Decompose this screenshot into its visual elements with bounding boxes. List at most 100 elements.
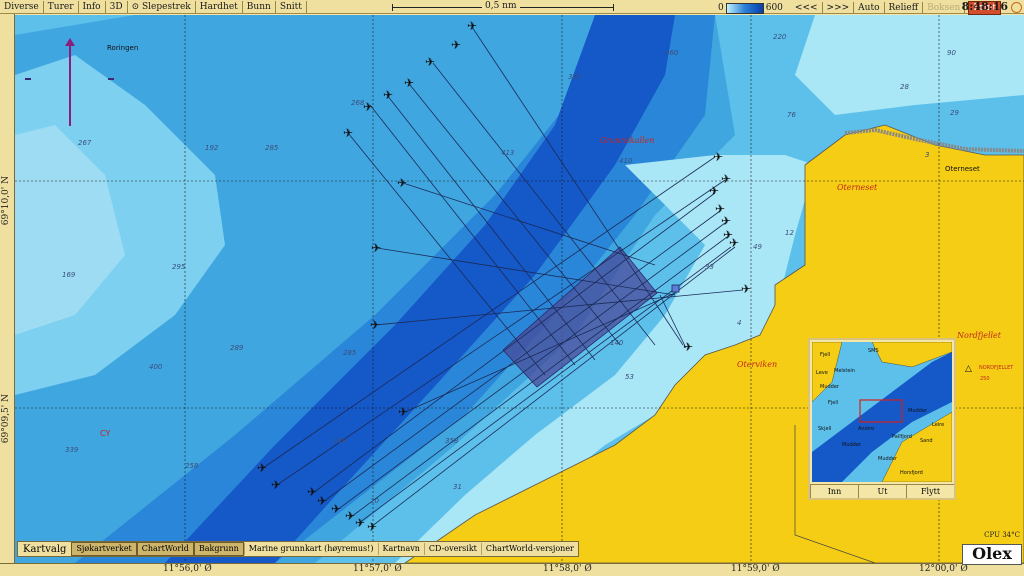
menu-diverse[interactable]: Diverse — [0, 0, 44, 13]
sun-icon[interactable] — [1011, 2, 1022, 13]
latitude-label: 69°10,0' N — [1, 176, 11, 226]
vessel-icon[interactable]: ✈ — [713, 150, 723, 164]
menu-info[interactable]: Info — [79, 0, 106, 13]
overview-map-view[interactable]: SMS Fjell Leve Melstein Mudder Mudder Sk… — [812, 342, 952, 482]
option-bakgrunn[interactable]: Bakgrunn — [193, 542, 244, 556]
depth-label: 267 — [78, 139, 92, 147]
vessel-icon[interactable]: ✈ — [367, 520, 377, 534]
overview-label: Anstro — [858, 426, 874, 432]
depth-label: 388 — [333, 437, 347, 445]
vessel-icon[interactable]: ✈ — [721, 172, 731, 186]
zoom-out-button[interactable]: Ut — [858, 484, 906, 498]
vessel-icon[interactable]: ✈ — [271, 478, 281, 492]
scale-tick-left — [392, 4, 393, 11]
vessel-icon[interactable]: ✈ — [398, 405, 408, 419]
place-oterviken: Oterviken — [737, 360, 777, 369]
depth-max: 600 — [765, 3, 783, 13]
north-arrow — [65, 38, 75, 126]
vessel-icon[interactable]: ✈ — [355, 516, 365, 530]
vessel-icon[interactable]: ✈ — [370, 318, 380, 332]
scale-tick-right — [613, 4, 614, 11]
vessel-icon[interactable]: ✈ — [397, 176, 407, 190]
vessel-icon[interactable]: ✈ — [467, 19, 477, 33]
option-sjokartverket[interactable]: Sjøkartverket — [71, 542, 137, 556]
cpu-temperature: CPU 34°C — [984, 531, 1020, 539]
depth-label: 358 — [445, 437, 459, 445]
menu-hardhet[interactable]: Hardhet — [196, 0, 243, 13]
vessel-icon[interactable]: ✈ — [404, 76, 414, 90]
depth-label: 33 — [705, 263, 714, 271]
clock: 8:48:16 — [961, 0, 1008, 13]
depth-label: 28 — [900, 83, 909, 91]
overview-buttons: Inn Ut Flytt — [810, 484, 954, 498]
vessel-icon[interactable]: ✈ — [729, 236, 739, 250]
overview-label: Fjell — [820, 352, 830, 358]
place-cy: CY — [100, 429, 110, 438]
slepestrek-button[interactable]: ⊙ Slepestrek — [128, 0, 196, 13]
depth-label: 410 — [619, 157, 633, 165]
depth-label: 220 — [773, 33, 787, 41]
nordfjellet-depth: 250 — [980, 376, 990, 382]
zoom-in-button[interactable]: Inn — [810, 484, 858, 498]
vessel-icon[interactable]: ✈ — [741, 282, 751, 296]
depth-label: 289 — [230, 344, 244, 352]
vessel-icon[interactable]: ✈ — [709, 184, 719, 198]
depth-label: 20 — [370, 497, 379, 505]
option-chartworld-versjoner[interactable]: ChartWorld-versjoner — [480, 543, 578, 555]
depth-label: 12 — [785, 229, 794, 237]
vessel-icon[interactable]: ✈ — [383, 88, 393, 102]
depth-label: 76 — [787, 111, 796, 119]
vessel-icon[interactable]: ✈ — [451, 38, 461, 52]
menu-3d[interactable]: 3D — [106, 0, 128, 13]
overview-label: SMS — [868, 348, 879, 354]
overview-label: Mudder — [908, 408, 928, 414]
longitude-frame: 11°56,0' Ø 11°57,0' Ø 11°58,0' Ø 11°59,0… — [0, 563, 1024, 576]
depth-legend[interactable]: 0 600 <<< >>> Auto Relieff Boksen Print — [718, 1, 1001, 15]
depth-label: 285 — [265, 144, 279, 152]
menu-bunn[interactable]: Bunn — [243, 0, 276, 13]
vessel-icon[interactable]: ✈ — [345, 509, 355, 523]
option-kartnavn[interactable]: Kartnavn — [377, 543, 424, 555]
overview-label: Horsfjord — [900, 470, 923, 476]
depth-label: 460 — [665, 49, 679, 57]
vessel-icon[interactable]: ✈ — [331, 502, 341, 516]
vessel-icon[interactable]: ✈ — [307, 485, 317, 499]
vessel-icon[interactable]: ✈ — [363, 100, 373, 114]
overview-label: Fjell — [828, 400, 838, 406]
overview-label: Mudder — [878, 456, 898, 462]
vessel-icon[interactable]: ✈ — [257, 461, 267, 475]
next-button[interactable]: >>> — [823, 2, 855, 14]
vessel-icon[interactable]: ✈ — [317, 494, 327, 508]
menu-turer[interactable]: Turer — [44, 0, 79, 13]
vessel-icon[interactable]: ✈ — [343, 126, 353, 140]
depth-label: 268 — [351, 99, 365, 107]
boksen-button[interactable]: Boksen — [923, 2, 966, 14]
depth-label: 285 — [343, 349, 357, 357]
relieff-button[interactable]: Relieff — [885, 2, 924, 14]
overview-map[interactable]: SMS Fjell Leve Melstein Mudder Mudder Sk… — [808, 338, 956, 500]
vessel-icon[interactable]: ✈ — [721, 214, 731, 228]
longitude-label: 11°56,0' Ø — [163, 564, 212, 574]
waypoint-marker[interactable] — [671, 284, 680, 293]
auto-button[interactable]: Auto — [854, 2, 885, 14]
menu-snitt[interactable]: Snitt — [276, 0, 307, 13]
depth-label: 295 — [172, 263, 186, 271]
depth-label: 169 — [62, 271, 76, 279]
longitude-label: 11°57,0' Ø — [353, 564, 402, 574]
prev-button[interactable]: <<< — [791, 2, 823, 14]
option-marine-grunnkart[interactable]: Marine grunnkart (høyremus!) — [243, 543, 378, 555]
vessel-icon[interactable]: ✈ — [425, 55, 435, 69]
longitude-label: 11°58,0' Ø — [543, 564, 592, 574]
top-toolbar: Diverse Turer Info 3D ⊙ Slepestrek Hardh… — [0, 0, 1024, 15]
triangle-icon: △ — [965, 364, 972, 374]
move-button[interactable]: Flytt — [906, 484, 954, 498]
overview-map-svg[interactable]: SMS Fjell Leve Melstein Mudder Mudder Sk… — [812, 342, 952, 482]
place-roringen: Roringen — [107, 44, 138, 52]
overview-label: Mudder — [842, 442, 862, 448]
option-cd-oversikt[interactable]: CD-oversikt — [423, 543, 481, 555]
vessel-icon[interactable]: ✈ — [683, 340, 693, 354]
option-chartworld[interactable]: ChartWorld — [136, 542, 194, 556]
scale-bar: 0,5 nm — [392, 1, 614, 13]
vessel-icon[interactable]: ✈ — [371, 241, 381, 255]
overview-label: Leve — [816, 370, 828, 376]
